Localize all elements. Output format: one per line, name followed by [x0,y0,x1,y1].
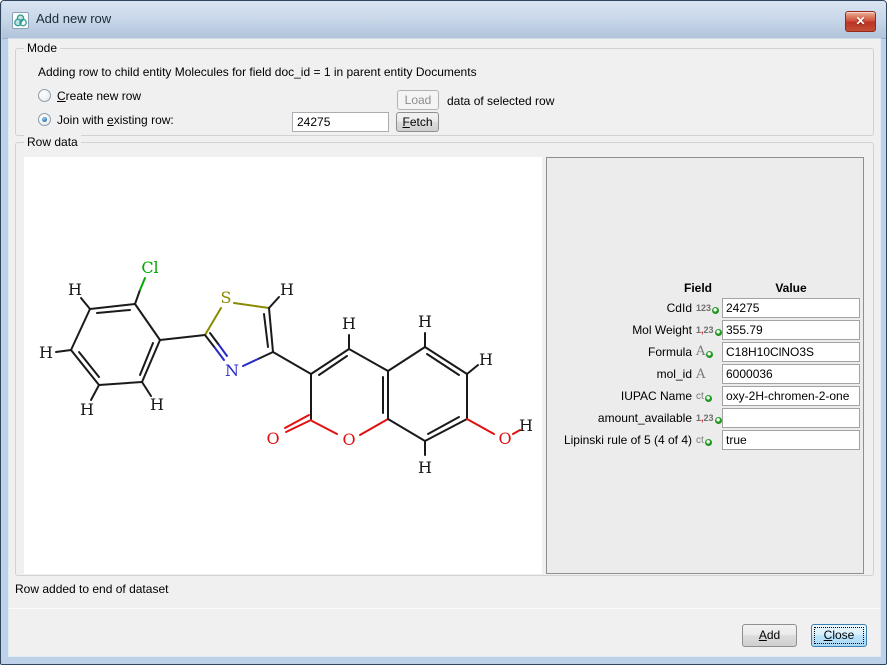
mode-info-text: Adding row to child entity Molecules for… [38,65,477,79]
field-column-header: Field [550,281,722,295]
atom-label-n: N [225,361,239,380]
field-type-icon: ct [692,434,722,446]
field-type-icon: ct [692,390,722,402]
field-value-input[interactable]: 6000036 [722,364,860,384]
field-type-icon: 123 [692,302,722,314]
mode-groupbox: Mode Adding row to child entity Molecule… [15,48,874,136]
row-data-legend: Row data [24,135,81,149]
atom-label-h: H [39,343,53,362]
join-existing-radio-label[interactable]: Join with existing row: [57,113,174,127]
table-header: Field Value [552,281,860,295]
atom-label-h: H [280,280,294,299]
atom-label-cl: Cl [141,258,158,277]
close-icon[interactable]: ✕ [845,11,876,32]
field-label: Lipinski rule of 5 (4 of 4) [564,433,692,447]
table-row: amount_available 1,23 [552,408,860,428]
load-button[interactable]: Load [397,90,439,110]
status-text: Row added to end of dataset [15,582,168,596]
field-value-input[interactable]: oxy-2H-chromen-2-one [722,386,860,406]
table-row: IUPAC Name ct oxy-2H-chromen-2-one [552,386,860,406]
atom-label-h: H [418,458,432,477]
atom-label-o: O [266,429,279,448]
field-type-icon: A [692,346,722,358]
create-new-radio[interactable] [38,89,51,102]
dialog-content: Mode Adding row to child entity Molecule… [9,39,880,656]
row-id-input[interactable] [292,112,389,132]
field-value-input[interactable]: C18H10ClNO3S [722,342,860,362]
footer-separator [9,608,880,609]
field-label: amount_available [598,411,692,425]
field-label: Formula [648,345,692,359]
molecule-structure: Cl S N O O O H H H H H H H H H H [24,157,542,574]
title-bar[interactable]: Add new row ✕ [2,1,887,39]
fetch-button[interactable]: Fetch [396,112,439,132]
atom-label-o: O [342,430,355,449]
app-icon [12,12,29,29]
field-label: mol_id [657,367,692,381]
field-label: CdId [667,301,692,315]
row-data-groupbox: Row data [15,142,874,576]
value-column-header: Value [722,281,860,295]
atom-label-h: H [519,416,533,435]
field-type-icon: 1,23 [692,324,722,336]
atom-label-o: O [498,429,511,448]
atom-label-s: S [221,288,232,307]
field-label: IUPAC Name [621,389,692,403]
join-existing-radio[interactable] [38,113,51,126]
atom-label-h: H [150,395,164,414]
atom-label-h: H [479,350,493,369]
field-value-input[interactable] [722,408,860,428]
table-row: Formula A C18H10ClNO3S [552,342,860,362]
atom-label-h: H [342,314,356,333]
field-value-panel: Field Value CdId 123 24275 Mol Weight 1,… [546,157,864,574]
add-button[interactable]: Add [742,624,797,647]
close-button[interactable]: Close [811,624,867,647]
field-type-icon: 1,23 [692,412,722,424]
atom-label-h: H [418,312,432,331]
field-value-input[interactable]: 24275 [722,298,860,318]
table-row: Lipinski rule of 5 (4 of 4) ct true [552,430,860,450]
window-title: Add new row [36,11,111,26]
molecule-canvas: Cl S N O O O H H H H H H H H H H [24,157,542,574]
field-value-input[interactable]: true [722,430,860,450]
mode-legend: Mode [24,41,60,55]
dialog-window: Add new row ✕ Mode Adding row to child e… [0,0,887,665]
atom-label-h: H [80,400,94,419]
table-row: CdId 123 24275 [552,298,860,318]
field-label: Mol Weight [632,323,692,337]
load-suffix-text: data of selected row [447,94,554,108]
table-row: Mol Weight 1,23 355.79 [552,320,860,340]
create-new-radio-label[interactable]: Create new row [57,89,141,103]
table-row: mol_id A 6000036 [552,364,860,384]
atom-label-h: H [68,280,82,299]
field-value-input[interactable]: 355.79 [722,320,860,340]
field-type-icon: A [692,369,722,380]
